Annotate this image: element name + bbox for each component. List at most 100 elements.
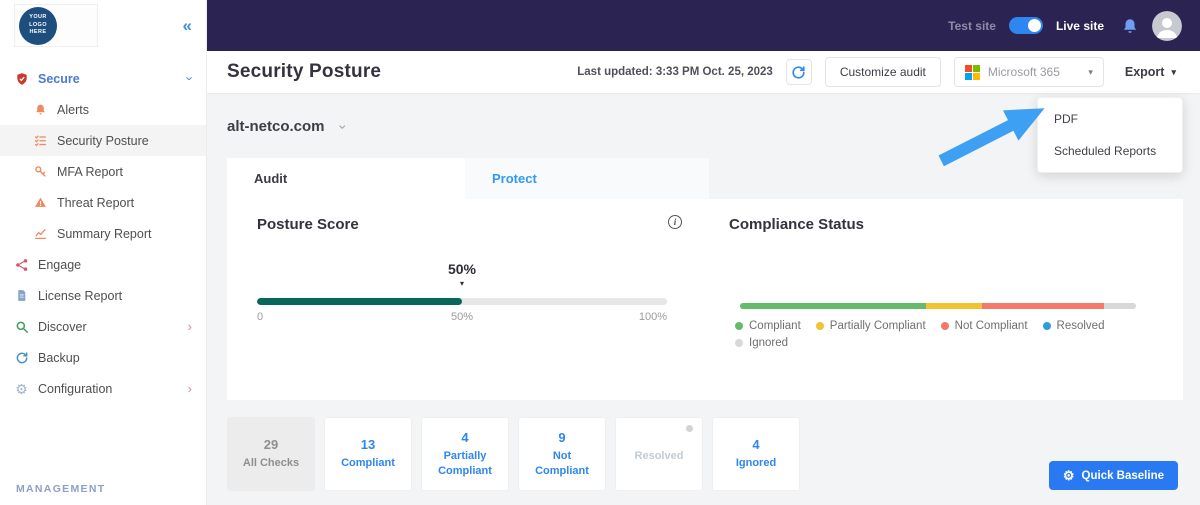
microsoft-logo-icon [964, 64, 980, 80]
sidebar-item-label: Engage [38, 257, 82, 272]
stat-card-partially-compliant[interactable]: 4 Partially Compliant [421, 417, 509, 491]
chevron-down-icon: ▾ [1171, 66, 1176, 77]
last-updated-text: Last updated: 3:33 PM Oct. 25, 2023 [577, 66, 773, 78]
stat-card-not-compliant[interactable]: 9 Not Compliant [518, 417, 606, 491]
chevron-right-icon: › [187, 381, 192, 396]
sidebar-item-summary-report[interactable]: Summary Report [0, 218, 206, 249]
sidebar-item-mfa-report[interactable]: MFA Report [0, 156, 206, 187]
stat-card-all-checks[interactable]: 29 All Checks [227, 417, 315, 491]
posture-card: Posture Score Compliance Status 50% ▾ 0 … [227, 199, 1183, 400]
scale-min-label: 0 [257, 311, 264, 323]
customize-audit-button[interactable]: Customize audit [824, 57, 941, 87]
stat-value: 13 [360, 437, 376, 453]
compliance-segment [1104, 303, 1136, 309]
magnifier-icon [14, 320, 29, 334]
sidebar-item-configuration[interactable]: ⚙ Configuration › [0, 373, 206, 404]
scale-mid-label: 50% [450, 311, 474, 323]
backup-sync-icon [14, 351, 29, 365]
domain-selector-value: alt-netco.com [227, 118, 325, 135]
dot-badge-icon [686, 425, 693, 432]
tab-bar: Audit Protect [227, 158, 709, 199]
document-icon [14, 289, 29, 302]
posture-score-value: 50% [447, 261, 477, 277]
sidebar-item-label: Alerts [57, 102, 89, 117]
site-toggle[interactable] [1008, 17, 1043, 34]
sidebar-item-engage[interactable]: Engage [0, 249, 206, 280]
legend-label: Partially Compliant [829, 320, 926, 332]
tab-audit[interactable]: Audit [227, 158, 465, 199]
logo-badge: YOUR LOGO HERE [19, 6, 57, 45]
quick-baseline-label: Quick Baseline [1081, 469, 1164, 482]
shield-icon [14, 72, 29, 86]
legend-item: Resolved [1042, 320, 1104, 332]
test-site-label: Test site [948, 18, 996, 33]
stat-label: Partially Compliant [438, 450, 492, 477]
sidebar-item-discover[interactable]: Discover › [0, 311, 206, 342]
sidebar-item-threat-report[interactable]: Threat Report [0, 187, 206, 218]
sidebar-item-label: Configuration [38, 381, 113, 396]
posture-score-title: Posture Score [257, 216, 359, 233]
stat-label: All Checks [242, 457, 300, 470]
export-button[interactable]: Export ▾ [1117, 65, 1184, 79]
refresh-button[interactable] [785, 59, 812, 85]
stat-value: 29 [263, 437, 279, 453]
management-section-label: MANAGEMENT [16, 483, 106, 495]
export-menu-item-pdf[interactable]: PDF [1038, 103, 1182, 135]
sidebar-item-alerts[interactable]: Alerts [0, 94, 206, 125]
export-menu-item-scheduled-reports[interactable]: Scheduled Reports [1038, 135, 1182, 167]
legend-item: Partially Compliant [815, 320, 926, 332]
key-icon [33, 165, 48, 178]
sidebar: YOUR LOGO HERE « Secure › Alerts Securit… [0, 0, 207, 505]
warning-icon [33, 196, 48, 209]
tenant-selector-value: Microsoft 365 [987, 65, 1060, 79]
legend-label: Not Compliant [954, 320, 1028, 332]
compliance-bar [740, 303, 1136, 309]
tab-protect[interactable]: Protect [465, 158, 709, 199]
checklist-icon [33, 134, 48, 147]
page-title: Security Posture [227, 61, 382, 82]
compliance-segment [740, 303, 927, 309]
tenant-selector[interactable]: Microsoft 365 ▾ [953, 57, 1104, 87]
legend-dot [735, 322, 743, 330]
legend-dot [735, 339, 743, 347]
chevron-down-icon: › [182, 76, 198, 81]
stat-value: 4 [461, 430, 469, 446]
sidebar-item-label: Security Posture [57, 133, 149, 148]
chart-line-icon [33, 227, 48, 240]
sidebar-item-security-posture[interactable]: Security Posture [0, 125, 206, 156]
sidebar-item-backup[interactable]: Backup [0, 342, 206, 373]
share-nodes-icon [14, 258, 29, 272]
posture-progress-bar [257, 298, 667, 305]
legend-item: Compliant [735, 320, 801, 332]
sidebar-item-license-report[interactable]: License Report [0, 280, 206, 311]
stat-card-compliant[interactable]: 13 Compliant [324, 417, 412, 491]
sidebar-item-label: Discover [38, 319, 87, 334]
compliance-segment [981, 303, 1105, 309]
info-icon[interactable] [668, 215, 682, 229]
stat-card-resolved[interactable]: Resolved [615, 417, 703, 491]
sidebar-item-label: Summary Report [57, 226, 152, 241]
legend-dot [1042, 322, 1051, 330]
gear-icon: ⚙ [15, 380, 28, 397]
sidebar-nav: Secure › Alerts Security Posture MFA Rep… [0, 51, 206, 404]
sidebar-item-label: Backup [38, 350, 80, 365]
stat-label: Ignored [735, 457, 777, 470]
sidebar-item-label: MFA Report [57, 164, 123, 179]
export-dropdown-menu: PDF Scheduled Reports [1037, 97, 1183, 173]
legend-label: Ignored [749, 337, 789, 349]
page-header: Security Posture Last updated: 3:33 PM O… [207, 51, 1200, 93]
sidebar-collapse-icon[interactable]: « [183, 16, 192, 36]
domain-selector[interactable]: alt-netco.com › [227, 118, 351, 135]
scale-max-label: 100% [638, 311, 667, 323]
notifications-bell-icon[interactable] [1121, 17, 1139, 35]
toggle-knob [1027, 19, 1041, 32]
user-avatar[interactable] [1152, 10, 1182, 41]
chevron-down-icon: › [334, 124, 351, 129]
bell-icon [33, 103, 48, 116]
sidebar-item-label: License Report [38, 288, 123, 303]
sidebar-item-secure[interactable]: Secure › [0, 63, 206, 94]
quick-baseline-button[interactable]: ⚙ Quick Baseline [1048, 461, 1178, 490]
stat-card-row: 29 All Checks 13 Compliant 4 Partially C… [227, 417, 800, 491]
legend-item: Not Compliant [940, 320, 1028, 332]
stat-card-ignored[interactable]: 4 Ignored [712, 417, 800, 491]
